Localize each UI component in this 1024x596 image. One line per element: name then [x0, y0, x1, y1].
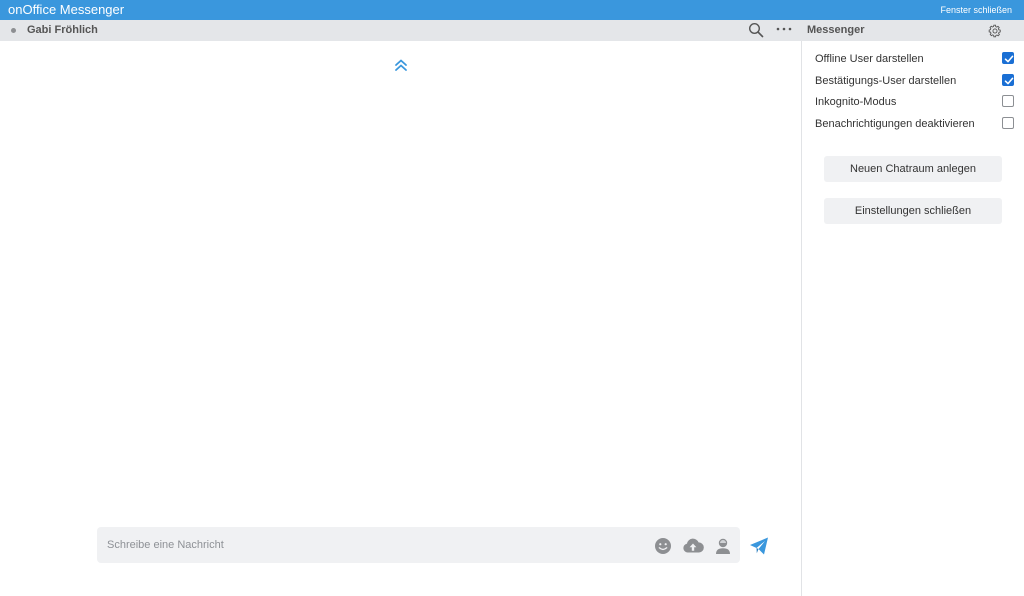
upload-icon[interactable]: [682, 537, 704, 555]
close-window-link[interactable]: Fenster schließen: [940, 5, 1012, 16]
option-label: Benachrichtigungen deaktivieren: [815, 117, 975, 130]
option-incognito[interactable]: Inkognito-Modus: [802, 91, 1024, 113]
gear-icon[interactable]: [988, 24, 1002, 38]
option-checkbox[interactable]: [1002, 116, 1014, 129]
option-checkbox[interactable]: [1002, 73, 1014, 86]
option-confirmation-users[interactable]: Bestätigungs-User darstellen: [802, 70, 1024, 92]
option-label: Bestätigungs-User darstellen: [815, 74, 957, 87]
send-icon[interactable]: [749, 536, 769, 556]
app-title: onOffice Messenger: [8, 2, 125, 17]
contact-icon[interactable]: [714, 537, 732, 555]
option-disable-notifications[interactable]: Benachrichtigungen deaktivieren: [802, 113, 1024, 135]
more-icon[interactable]: [775, 21, 793, 37]
new-chatroom-button[interactable]: Neuen Chatraum anlegen: [824, 156, 1002, 182]
chat-header: Gabi Fröhlich: [0, 20, 802, 41]
settings-header: Messenger: [802, 20, 1024, 41]
option-label: Inkognito-Modus: [815, 96, 897, 108]
settings-options: Offline User darstellen Bestätigungs-Use…: [802, 48, 1024, 134]
search-icon[interactable]: [748, 22, 764, 38]
contact-name: Gabi Fröhlich: [27, 24, 98, 36]
title-bar: onOffice Messenger Fenster schließen: [0, 0, 1024, 20]
message-input[interactable]: [97, 527, 642, 563]
option-checkbox[interactable]: [1002, 52, 1014, 64]
emoji-icon[interactable]: [654, 537, 672, 555]
double-chevron-up-icon[interactable]: [393, 57, 409, 73]
close-settings-button[interactable]: Einstellungen schließen: [824, 198, 1002, 224]
message-composer: [97, 527, 740, 563]
status-indicator: [11, 28, 16, 33]
option-offline-users[interactable]: Offline User darstellen: [802, 48, 1024, 70]
settings-title: Messenger: [807, 24, 865, 36]
option-label: Offline User darstellen: [815, 53, 924, 65]
option-checkbox[interactable]: [1002, 95, 1014, 107]
